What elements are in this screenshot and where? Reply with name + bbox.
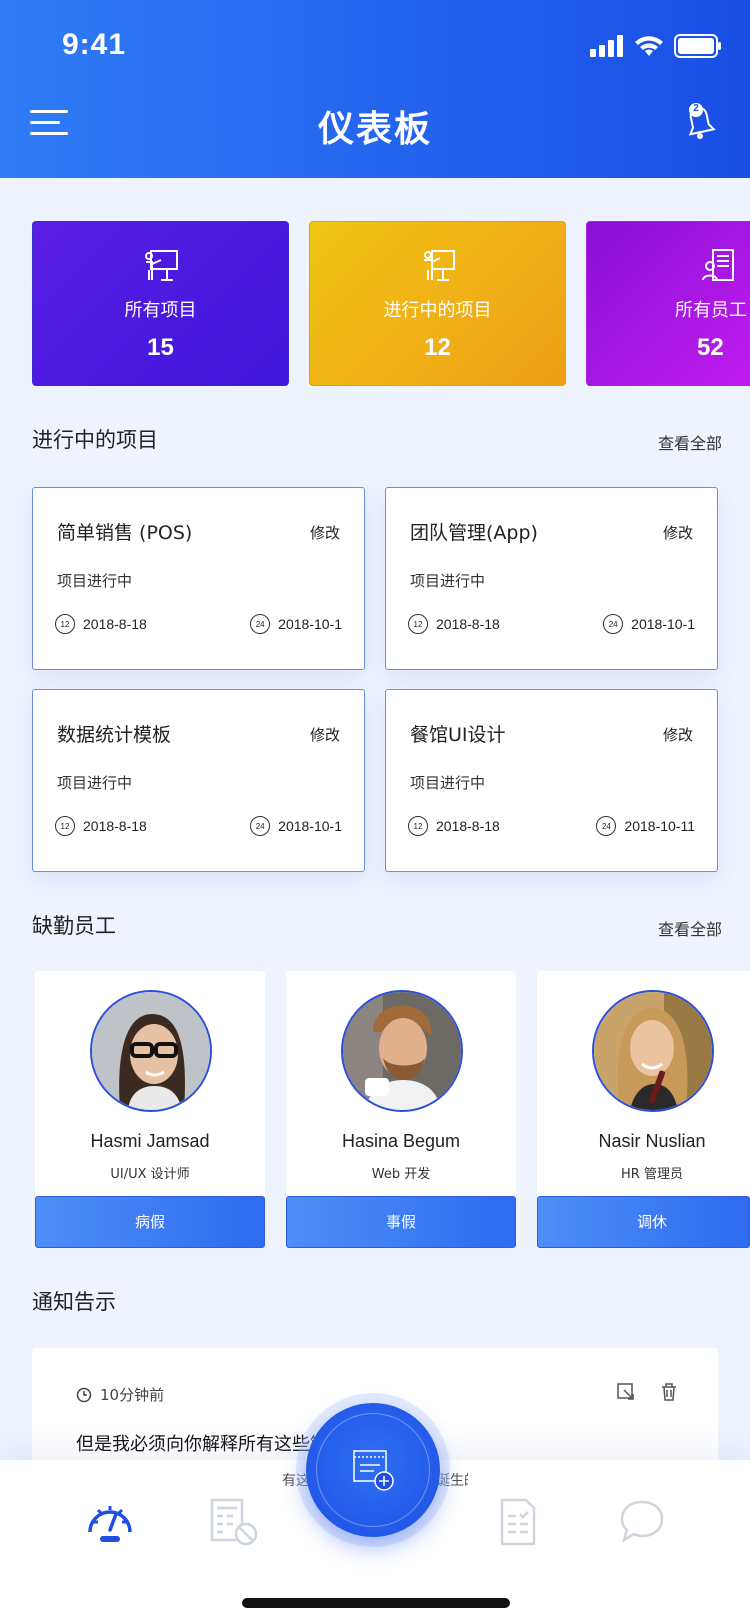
end-date: 24 2018-10-1 [603,614,695,634]
summary-value: 12 [424,334,451,361]
battery-icon [674,34,721,58]
start-date: 12 2018-8-18 [408,816,500,836]
project-card[interactable]: 简单销售 (POS) 修改 项目进行中 12 2018-8-18 24 2018-1… [32,487,365,670]
new-note-button[interactable] [306,1403,440,1537]
end-date-value: 2018-10-11 [624,818,695,834]
speedometer-icon [88,1506,132,1542]
employee-name: Hasina Begum [341,1131,461,1151]
section-title-notices: 通知告示 [32,1290,116,1314]
project-name: 餐馆UI设计 [410,724,506,746]
project-card[interactable]: 团队管理(App) 修改 项目进行中 12 2018-8-18 24 2018-10… [385,487,718,670]
leave-type-button[interactable]: 事假 [286,1196,516,1248]
home-indicator [242,1598,510,1608]
end-date: 24 2018-10-1 [250,816,342,836]
notification-bell-button[interactable]: 2 [684,102,718,144]
employee-directory-icon [702,249,734,281]
status-time: 9:41 [62,28,127,61]
leave-type-button[interactable]: 病假 [35,1196,265,1248]
clock-24-icon: 24 [250,614,271,634]
summary-label: 所有项目 [124,300,197,321]
project-status: 项目进行中 [57,774,133,792]
nav-tasks[interactable] [494,1496,546,1548]
employee-name: Hasmi Jamsad [90,1131,210,1151]
summary-label: 进行中的项目 [383,300,492,321]
summary-value: 52 [697,334,724,361]
project-status: 项目进行中 [410,572,486,590]
summary-label: 所有员工 [675,300,747,321]
start-date-value: 2018-8-18 [436,616,500,632]
edit-project-button[interactable]: 修改 [310,522,340,543]
page-title: 仪表板 [317,109,432,150]
project-status: 项目进行中 [410,774,486,792]
see-all-projects-link[interactable]: 查看全部 [658,430,722,454]
notice-time: 10分钟前 [76,1384,164,1405]
leave-type-button[interactable]: 调休 [537,1196,750,1248]
clock-12-icon: 12 [408,614,428,634]
chat-bubble-icon [620,1500,664,1543]
nav-reports[interactable] [208,1496,260,1548]
bell-badge: 2 [693,103,699,114]
clock-12-icon: 12 [55,614,75,634]
app-header: 9:41 仪表板 2 [0,0,750,178]
summary-card-all-employees[interactable]: 所有员工 52 [586,221,750,386]
project-status: 项目进行中 [57,572,133,590]
status-bar: 9:41 [0,0,750,90]
start-date: 12 2018-8-18 [55,614,147,634]
project-card[interactable]: 数据统计模板 修改 项目进行中 12 2018-8-18 24 2018-10-1 [32,689,365,872]
end-date-value: 2018-10-1 [278,818,342,834]
summary-card-active-projects[interactable]: 进行中的项目 12 [309,221,566,386]
summary-value: 15 [147,334,174,361]
clock-12-icon: 12 [55,816,75,836]
trash-icon[interactable] [660,1382,678,1402]
presenter-icon [423,250,455,281]
end-date: 24 2018-10-1 [250,614,342,634]
employee-card[interactable]: Nasir Nuslian HR 管理员 调休 [537,971,750,1248]
end-date-value: 2018-10-1 [278,616,342,632]
nav-dashboard[interactable] [84,1496,136,1548]
clock-icon [76,1387,92,1402]
project-card[interactable]: 餐馆UI设计 修改 项目进行中 12 2018-8-18 24 2018-10-11 [385,689,718,872]
edit-project-button[interactable]: 修改 [310,724,340,745]
start-date-value: 2018-8-18 [83,616,147,632]
employee-card[interactable]: Hasina Begum Web 开发 事假 [286,971,516,1248]
start-date-value: 2018-8-18 [436,818,500,834]
employee-name: Nasir Nuslian [598,1131,706,1151]
edit-project-button[interactable]: 修改 [663,724,693,745]
see-all-employees-link[interactable]: 查看全部 [658,916,722,940]
status-icons [590,34,722,58]
section-title-absent-employees: 缺勤员工 [32,914,116,938]
calculator-blocked-icon [210,1498,258,1546]
wifi-icon [635,36,663,56]
clock-12-icon: 12 [408,816,428,836]
project-name: 简单销售 (POS) [57,522,193,544]
cellular-signal-icon [590,35,623,57]
employee-card[interactable]: Hasmi Jamsad UI/UX 设计师 病假 [35,971,265,1248]
avatar [341,990,463,1112]
start-date: 12 2018-8-18 [55,816,147,836]
section-title-active-projects: 进行中的项目 [32,428,158,452]
employee-role: HR 管理员 [621,1167,683,1182]
presentation-board-icon [144,250,178,281]
start-date-value: 2018-8-18 [83,818,147,834]
edit-project-button[interactable]: 修改 [663,522,693,543]
end-date-value: 2018-10-1 [631,616,695,632]
share-icon[interactable] [616,1382,636,1402]
notice-time-text: 10分钟前 [100,1386,165,1404]
avatar [592,990,714,1112]
start-date: 12 2018-8-18 [408,614,500,634]
clock-24-icon: 24 [250,816,271,836]
checklist-icon [500,1498,536,1546]
nav-messages[interactable] [616,1496,668,1548]
employee-role: UI/UX 设计师 [110,1167,190,1182]
end-date: 24 2018-10-11 [596,816,695,836]
avatar [90,990,212,1112]
clock-24-icon: 24 [603,614,624,634]
project-name: 团队管理(App) [410,522,538,544]
employee-role: Web 开发 [371,1167,431,1182]
clock-24-icon: 24 [596,816,617,836]
summary-card-all-projects[interactable]: 所有项目 15 [32,221,289,386]
project-name: 数据统计模板 [57,724,172,746]
add-note-icon [353,1450,394,1491]
